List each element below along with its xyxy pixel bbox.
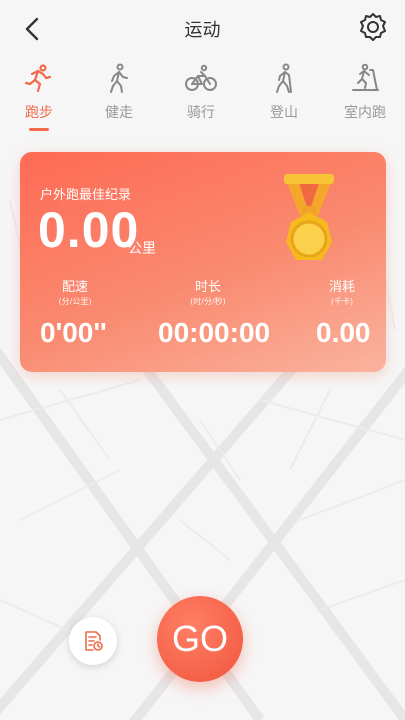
bike-icon [185,64,217,91]
pace-stat: 配速 (分/公里) 0'00'' [40,276,110,349]
calories-label: 消耗 [328,280,355,295]
pace-unit: (分/公里) [58,297,92,306]
tab-run[interactable]: 跑步 [4,58,74,132]
go-button[interactable]: GO [157,596,243,682]
page-title: 运动 [184,20,221,41]
active-tab-indicator [29,128,49,131]
calories-stat: 消耗 (千卡) 0.00 [316,276,371,349]
tab-label-walk: 健走 [105,105,133,121]
best-record-card: 户外跑最佳纪录 0.00 公里 配速 (分/公里) 0'00'' 时长 (时/分… [20,152,386,372]
walk-icon [110,63,128,93]
tab-label-treadmill: 室内跑 [344,105,386,121]
gear-icon [360,13,386,41]
tab-label-hike: 登山 [270,105,298,121]
calories-unit: (千卡) [330,297,354,306]
hike-icon [276,63,292,93]
sport-tabs: 跑步 健走 骑行 登山 室内跑 [0,58,405,132]
pace-label: 配速 [61,280,88,295]
header-bar: 运动 [0,0,405,56]
treadmill-icon [352,63,379,91]
tab-walk[interactable]: 健走 [84,58,154,132]
best-distance-value: 0.00 [38,202,140,258]
tab-label-bike: 骑行 [187,105,215,121]
calories-value: 0.00 [316,317,371,348]
tab-treadmill[interactable]: 室内跑 [330,58,400,132]
run-icon [24,64,52,93]
medal-icon [284,174,334,260]
tab-hike[interactable]: 登山 [249,58,319,132]
pace-value: 0'00'' [40,317,107,348]
history-button[interactable] [69,617,117,665]
duration-unit: (时/分/秒) [190,297,226,306]
history-record-icon [85,631,103,651]
tab-bike[interactable]: 骑行 [166,58,236,132]
tab-label-run: 跑步 [25,105,53,121]
duration-value: 00:00:00 [158,317,271,348]
duration-stat: 时长 (时/分/秒) 00:00:00 [158,276,271,349]
settings-button[interactable] [356,10,390,44]
duration-label: 时长 [194,280,221,295]
best-distance-unit: 公里 [128,241,156,257]
